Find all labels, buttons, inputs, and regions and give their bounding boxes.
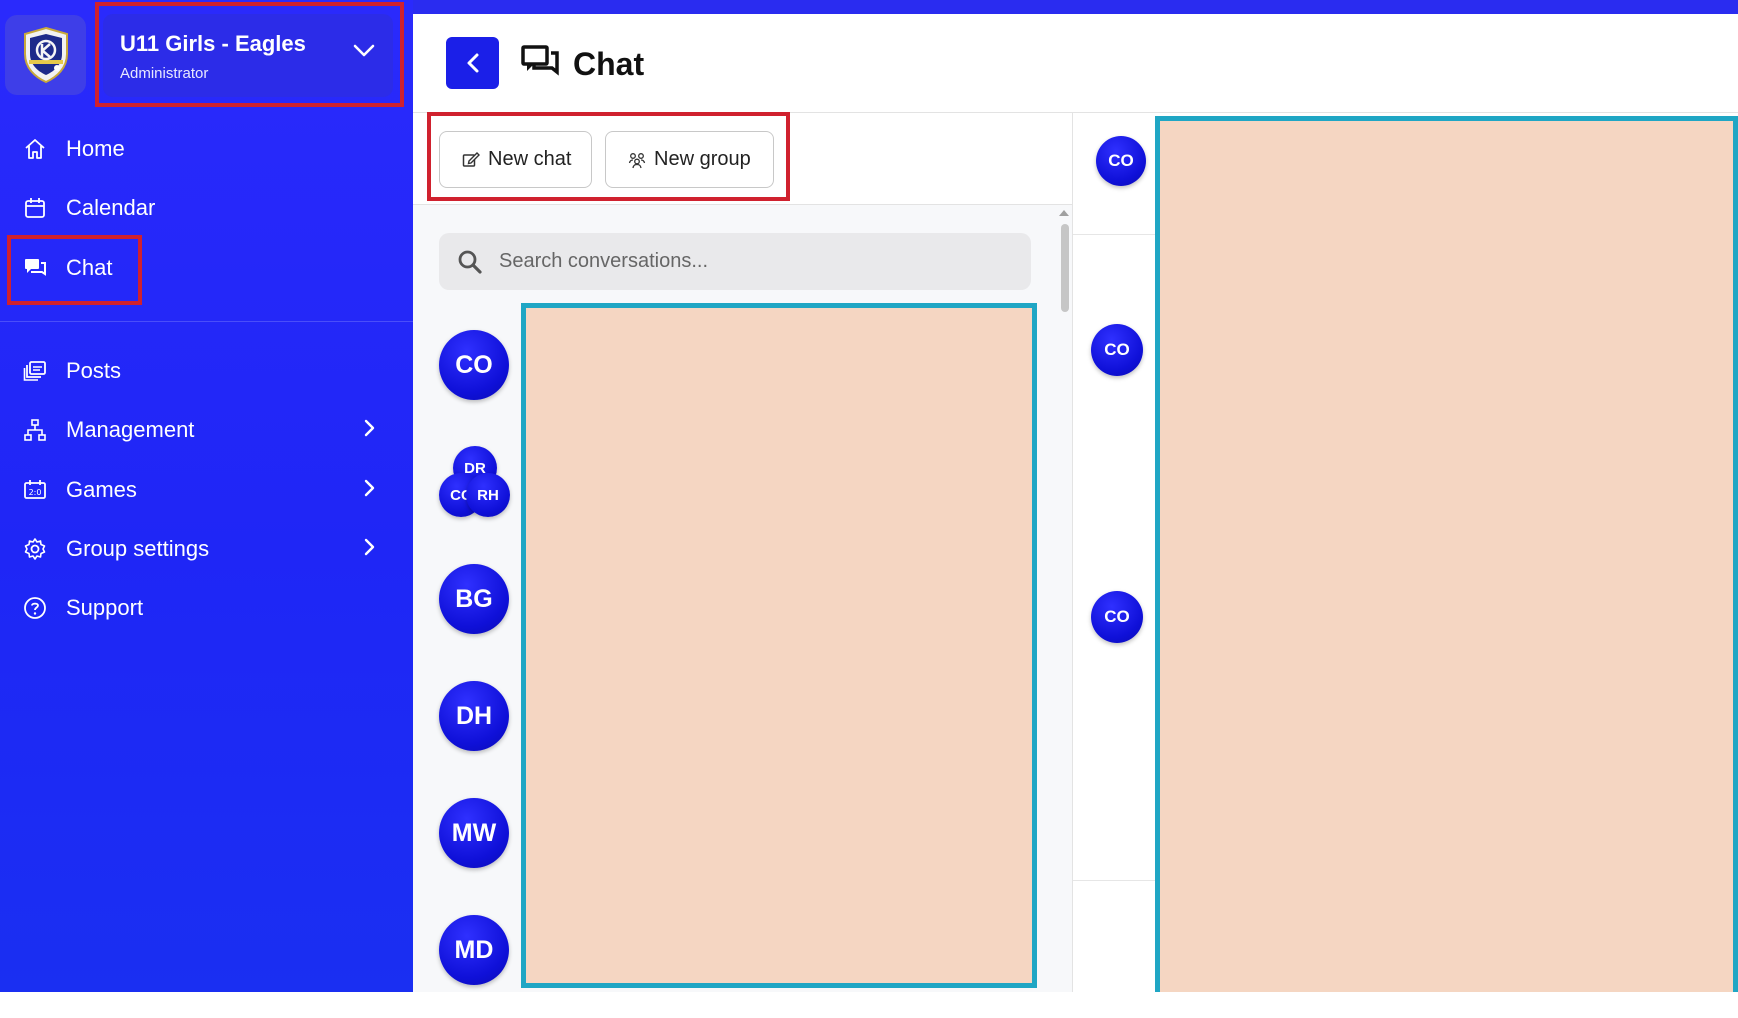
- help-icon: [22, 595, 48, 621]
- sidebar-item-chat[interactable]: Chat: [0, 246, 400, 290]
- message-avatar: CO: [1091, 324, 1143, 376]
- sidebar-item-label: Home: [66, 136, 125, 161]
- sidebar-item-label: Group settings: [66, 536, 210, 561]
- calendar-icon: [22, 195, 48, 221]
- edit-icon: [462, 151, 480, 169]
- page-bottom: [0, 992, 1738, 1018]
- conversation-avatar[interactable]: CO: [439, 330, 509, 400]
- scrollbar[interactable]: [1058, 210, 1070, 990]
- search-icon: [457, 249, 483, 280]
- panel-divider: [1072, 113, 1073, 992]
- sidebar: U11 Girls - Eagles Administrator Home Ca…: [0, 0, 413, 992]
- search-box[interactable]: [439, 233, 1031, 290]
- conversation-avatar[interactable]: MD: [439, 915, 509, 985]
- conversation-avatar[interactable]: DH: [439, 681, 509, 751]
- new-group-button[interactable]: New group: [605, 131, 774, 188]
- new-chat-label: New chat: [488, 148, 572, 170]
- sidebar-item-label: Games: [66, 477, 137, 502]
- sidebar-item-label: Posts: [66, 358, 122, 383]
- sidebar-item-label: Chat: [66, 255, 113, 280]
- chat-icon: [22, 255, 48, 281]
- team-logo[interactable]: [5, 15, 86, 95]
- redacted-conversation-previews: [521, 303, 1037, 988]
- sidebar-divider: [0, 321, 413, 322]
- team-name: U11 Girls - Eagles: [120, 31, 306, 56]
- new-group-label: New group: [654, 148, 751, 170]
- scroll-up-arrow[interactable]: [1059, 210, 1069, 216]
- team-switcher[interactable]: U11 Girls - Eagles Administrator: [103, 14, 393, 97]
- svg-text:2:0: 2:0: [29, 488, 42, 497]
- group-member-avatar: RH: [466, 473, 510, 517]
- sidebar-item-label: Management: [66, 417, 195, 442]
- redacted-conversation-messages: [1155, 116, 1738, 1017]
- group-icon: [628, 151, 646, 169]
- gear-icon: [22, 536, 48, 562]
- management-icon: [22, 417, 48, 443]
- message-avatar: CO: [1091, 591, 1143, 643]
- sidebar-item-management[interactable]: Management: [0, 408, 400, 452]
- sidebar-item-support[interactable]: Support: [0, 586, 400, 630]
- sidebar-item-games[interactable]: 2:0 Games: [0, 468, 400, 512]
- top-strip: [413, 0, 1738, 14]
- scrollbar-thumb[interactable]: [1061, 224, 1069, 312]
- conversation-avatar[interactable]: BG: [439, 564, 509, 634]
- conversation-header-avatar[interactable]: CO: [1096, 136, 1146, 186]
- page-title: Chat: [573, 46, 645, 82]
- sidebar-item-home[interactable]: Home: [0, 127, 400, 171]
- group-avatar[interactable]: DR CC RH: [439, 446, 511, 518]
- crest-icon: [23, 26, 68, 84]
- sidebar-item-posts[interactable]: Posts: [0, 349, 400, 393]
- sidebar-item-label: Calendar: [66, 195, 156, 220]
- chat-icon: [521, 44, 559, 85]
- search-input[interactable]: [499, 243, 999, 279]
- sidebar-item-label: Support: [66, 595, 144, 620]
- chevron-right-icon: [364, 479, 376, 502]
- games-icon: 2:0: [22, 477, 48, 503]
- team-role: Administrator: [120, 65, 209, 82]
- chevron-right-icon: [364, 538, 376, 561]
- posts-icon: [22, 358, 48, 384]
- new-chat-button[interactable]: New chat: [439, 131, 592, 188]
- chevron-down-icon: [353, 44, 375, 63]
- conversation-avatar[interactable]: MW: [439, 798, 509, 868]
- back-button[interactable]: [446, 37, 499, 89]
- chevron-left-icon: [467, 53, 478, 73]
- chevron-right-icon: [364, 419, 376, 442]
- sidebar-item-group-settings[interactable]: Group settings: [0, 527, 400, 571]
- sidebar-item-calendar[interactable]: Calendar: [0, 186, 400, 230]
- home-icon: [22, 136, 48, 162]
